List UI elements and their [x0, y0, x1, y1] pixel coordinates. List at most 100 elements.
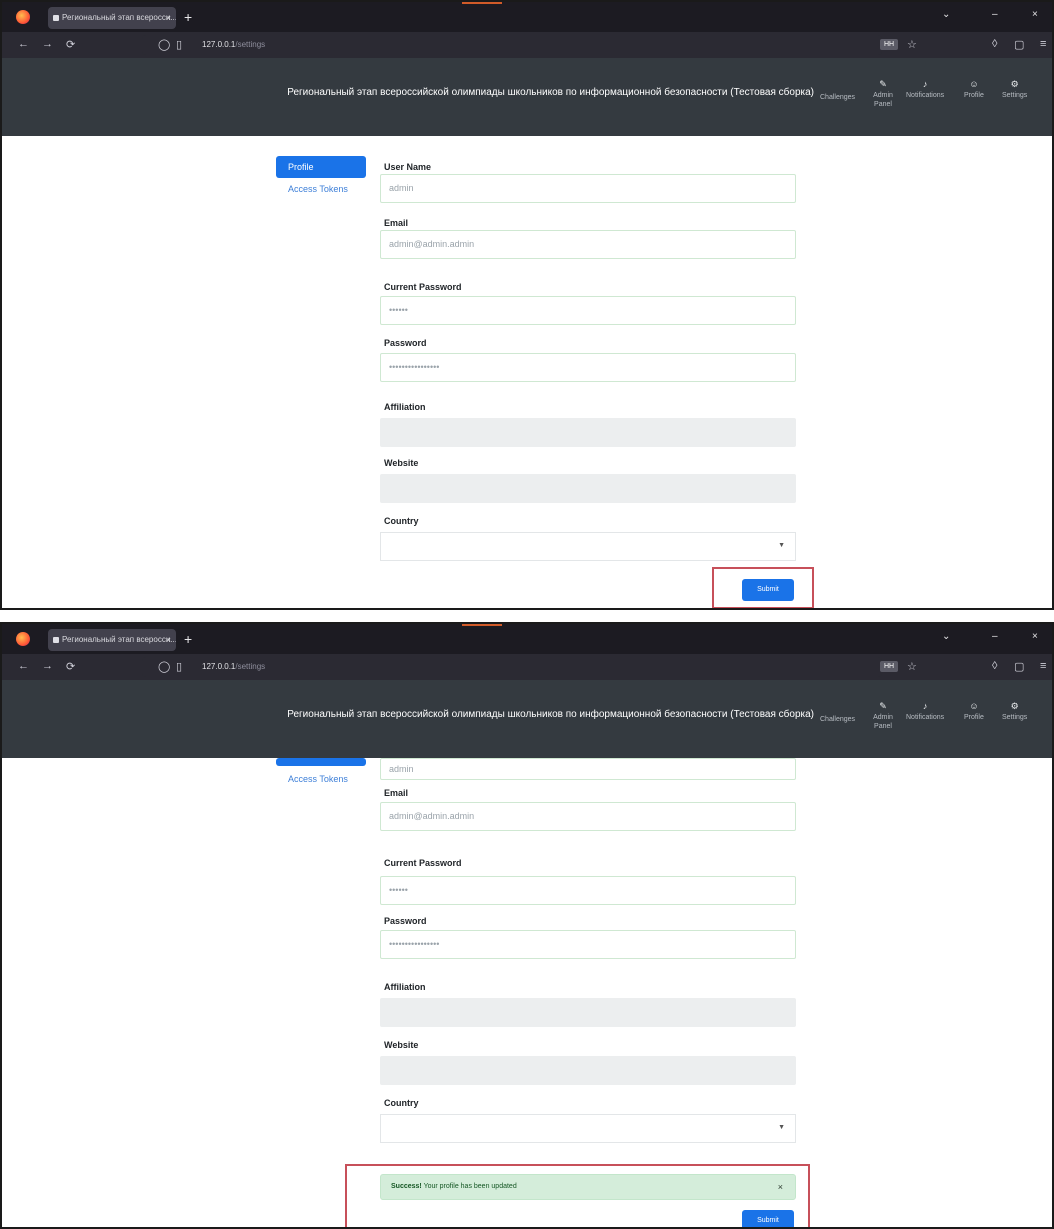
chevron-down-icon: ▼	[778, 542, 785, 549]
gear-icon: ⚙	[1010, 79, 1019, 89]
gear-icon: ⚙	[1010, 701, 1019, 711]
browser-nav-bar: ← → ⟳ ◯ ▯ 127.0.0.1/settings HH ☆ ◊ ▢ ≡	[2, 654, 1052, 680]
page-icon[interactable]: ▯	[176, 38, 182, 51]
pocket-icon[interactable]: ◊	[992, 38, 997, 50]
nav-notifications-label: Notifications	[906, 714, 945, 721]
browser-tab[interactable]: Региональный этап всеросси... ×	[48, 7, 176, 29]
nav-settings[interactable]: ⚙ Settings	[1002, 702, 1027, 722]
sidebar-item-profile[interactable]	[276, 758, 366, 766]
nav-admin-panel-label: Admin Panel	[873, 92, 893, 108]
browser-tab-bar: Региональный этап всеросси... × + ⌄ – ×	[2, 624, 1052, 654]
nav-profile-label: Profile	[964, 714, 984, 721]
email-field[interactable]: admin@admin.admin	[380, 230, 796, 259]
user-icon: ☺	[969, 701, 979, 711]
highlight-box	[712, 567, 814, 608]
minimize-button[interactable]: –	[992, 9, 998, 20]
page-icon[interactable]: ▯	[176, 660, 182, 673]
reload-icon[interactable]: ⟳	[66, 38, 75, 51]
new-tab-button[interactable]: +	[184, 629, 192, 649]
firefox-logo-icon	[16, 10, 30, 24]
nav-challenges[interactable]: Challenges	[820, 715, 855, 724]
username-field[interactable]: admin	[380, 758, 796, 780]
tab-list-button[interactable]: ⌄	[942, 9, 950, 20]
tab-bar-accent	[462, 624, 502, 626]
tab-close-icon[interactable]: ×	[166, 629, 171, 651]
country-label: Country	[384, 1098, 419, 1108]
shield-icon[interactable]: ◯	[158, 660, 170, 673]
website-field[interactable]	[380, 474, 796, 503]
affiliation-field[interactable]	[380, 998, 796, 1027]
reload-icon[interactable]: ⟳	[66, 660, 75, 673]
affiliation-label: Affiliation	[384, 982, 426, 992]
nav-admin-panel-label: Admin Panel	[873, 714, 893, 730]
sidebar-item-access-tokens[interactable]: Access Tokens	[276, 178, 366, 200]
current-password-label: Current Password	[384, 282, 462, 292]
browser-nav-bar: ← → ⟳ ◯ ▯ 127.0.0.1/settings HH ☆ ◊ ▢ ≡	[2, 32, 1052, 58]
bookmark-star-icon[interactable]: ☆	[907, 38, 917, 51]
tab-title: Региональный этап всеросси...	[62, 635, 176, 644]
close-window-button[interactable]: ×	[1032, 631, 1038, 642]
menu-icon[interactable]: ≡	[1040, 38, 1046, 50]
website-field[interactable]	[380, 1056, 796, 1085]
pocket-icon[interactable]: ◊	[992, 660, 997, 672]
country-select[interactable]: ▼	[380, 532, 796, 561]
email-field[interactable]: admin@admin.admin	[380, 802, 796, 831]
nav-profile[interactable]: ☺ Profile	[964, 702, 984, 722]
affiliation-field[interactable]	[380, 418, 796, 447]
password-field[interactable]: ••••••••••••••••	[380, 353, 796, 382]
nav-challenges[interactable]: Challenges	[820, 93, 855, 102]
email-label: Email	[384, 218, 409, 228]
new-tab-button[interactable]: +	[184, 7, 192, 27]
password-label: Password	[384, 916, 427, 926]
nav-settings-label: Settings	[1002, 92, 1028, 99]
firefox-logo-icon	[16, 632, 30, 646]
close-window-button[interactable]: ×	[1032, 9, 1038, 20]
tab-title: Региональный этап всеросси...	[62, 13, 176, 22]
site-header: Региональный этап всероссийской олимпиад…	[2, 58, 1052, 136]
chevron-down-icon: ▼	[778, 1124, 785, 1131]
tab-close-icon[interactable]: ×	[166, 7, 171, 29]
shield-icon[interactable]: ◯	[158, 38, 170, 51]
menu-icon[interactable]: ≡	[1040, 660, 1046, 672]
sidebar-item-profile[interactable]: Profile	[276, 156, 366, 178]
nav-challenges-label: Challenges	[820, 716, 856, 723]
current-password-label: Current Password	[384, 858, 462, 868]
browser-tab[interactable]: Региональный этап всеросси... ×	[48, 629, 176, 651]
nav-notifications[interactable]: ♪ Notifications	[906, 702, 944, 722]
extension-badge[interactable]: HH	[880, 39, 898, 50]
extensions-icon[interactable]: ▢	[1014, 38, 1024, 51]
tab-favicon-icon	[53, 15, 59, 21]
screenshot-separator	[0, 610, 1054, 622]
url-text[interactable]: 127.0.0.1/settings	[202, 662, 265, 671]
extensions-icon[interactable]: ▢	[1014, 660, 1024, 673]
forward-icon[interactable]: →	[42, 38, 53, 50]
sidebar-item-access-tokens[interactable]: Access Tokens	[276, 768, 366, 790]
nav-profile[interactable]: ☺ Profile	[964, 80, 984, 100]
nav-admin-panel[interactable]: ✎ Admin Panel	[868, 702, 898, 731]
bookmark-star-icon[interactable]: ☆	[907, 660, 917, 673]
forward-icon[interactable]: →	[42, 660, 53, 672]
back-icon[interactable]: ←	[18, 38, 29, 50]
country-select[interactable]: ▼	[380, 1114, 796, 1143]
nav-notifications[interactable]: ♪ Notifications	[906, 80, 944, 100]
nav-settings[interactable]: ⚙ Settings	[1002, 80, 1027, 100]
extension-badge[interactable]: HH	[880, 661, 898, 672]
tab-list-button[interactable]: ⌄	[942, 631, 950, 642]
nav-admin-panel[interactable]: ✎ Admin Panel	[868, 80, 898, 109]
highlight-box	[345, 1164, 810, 1227]
current-password-field[interactable]: ••••••	[380, 296, 796, 325]
site-title[interactable]: Региональный этап всероссийской олимпиад…	[287, 87, 814, 98]
minimize-button[interactable]: –	[992, 631, 998, 642]
username-label: User Name	[384, 162, 432, 172]
site-header: Региональный этап всероссийской олимпиад…	[2, 680, 1052, 758]
back-icon[interactable]: ←	[18, 660, 29, 672]
current-password-field[interactable]: ••••••	[380, 876, 796, 905]
screenshot-after-submit: Региональный этап всеросси... × + ⌄ – × …	[0, 622, 1054, 1229]
nav-notifications-label: Notifications	[906, 92, 945, 99]
website-label: Website	[384, 458, 419, 468]
password-field[interactable]: ••••••••••••••••	[380, 930, 796, 959]
nav-challenges-label: Challenges	[820, 94, 856, 101]
site-title[interactable]: Региональный этап всероссийской олимпиад…	[287, 709, 814, 720]
username-field[interactable]: admin	[380, 174, 796, 203]
url-text[interactable]: 127.0.0.1/settings	[202, 40, 265, 49]
